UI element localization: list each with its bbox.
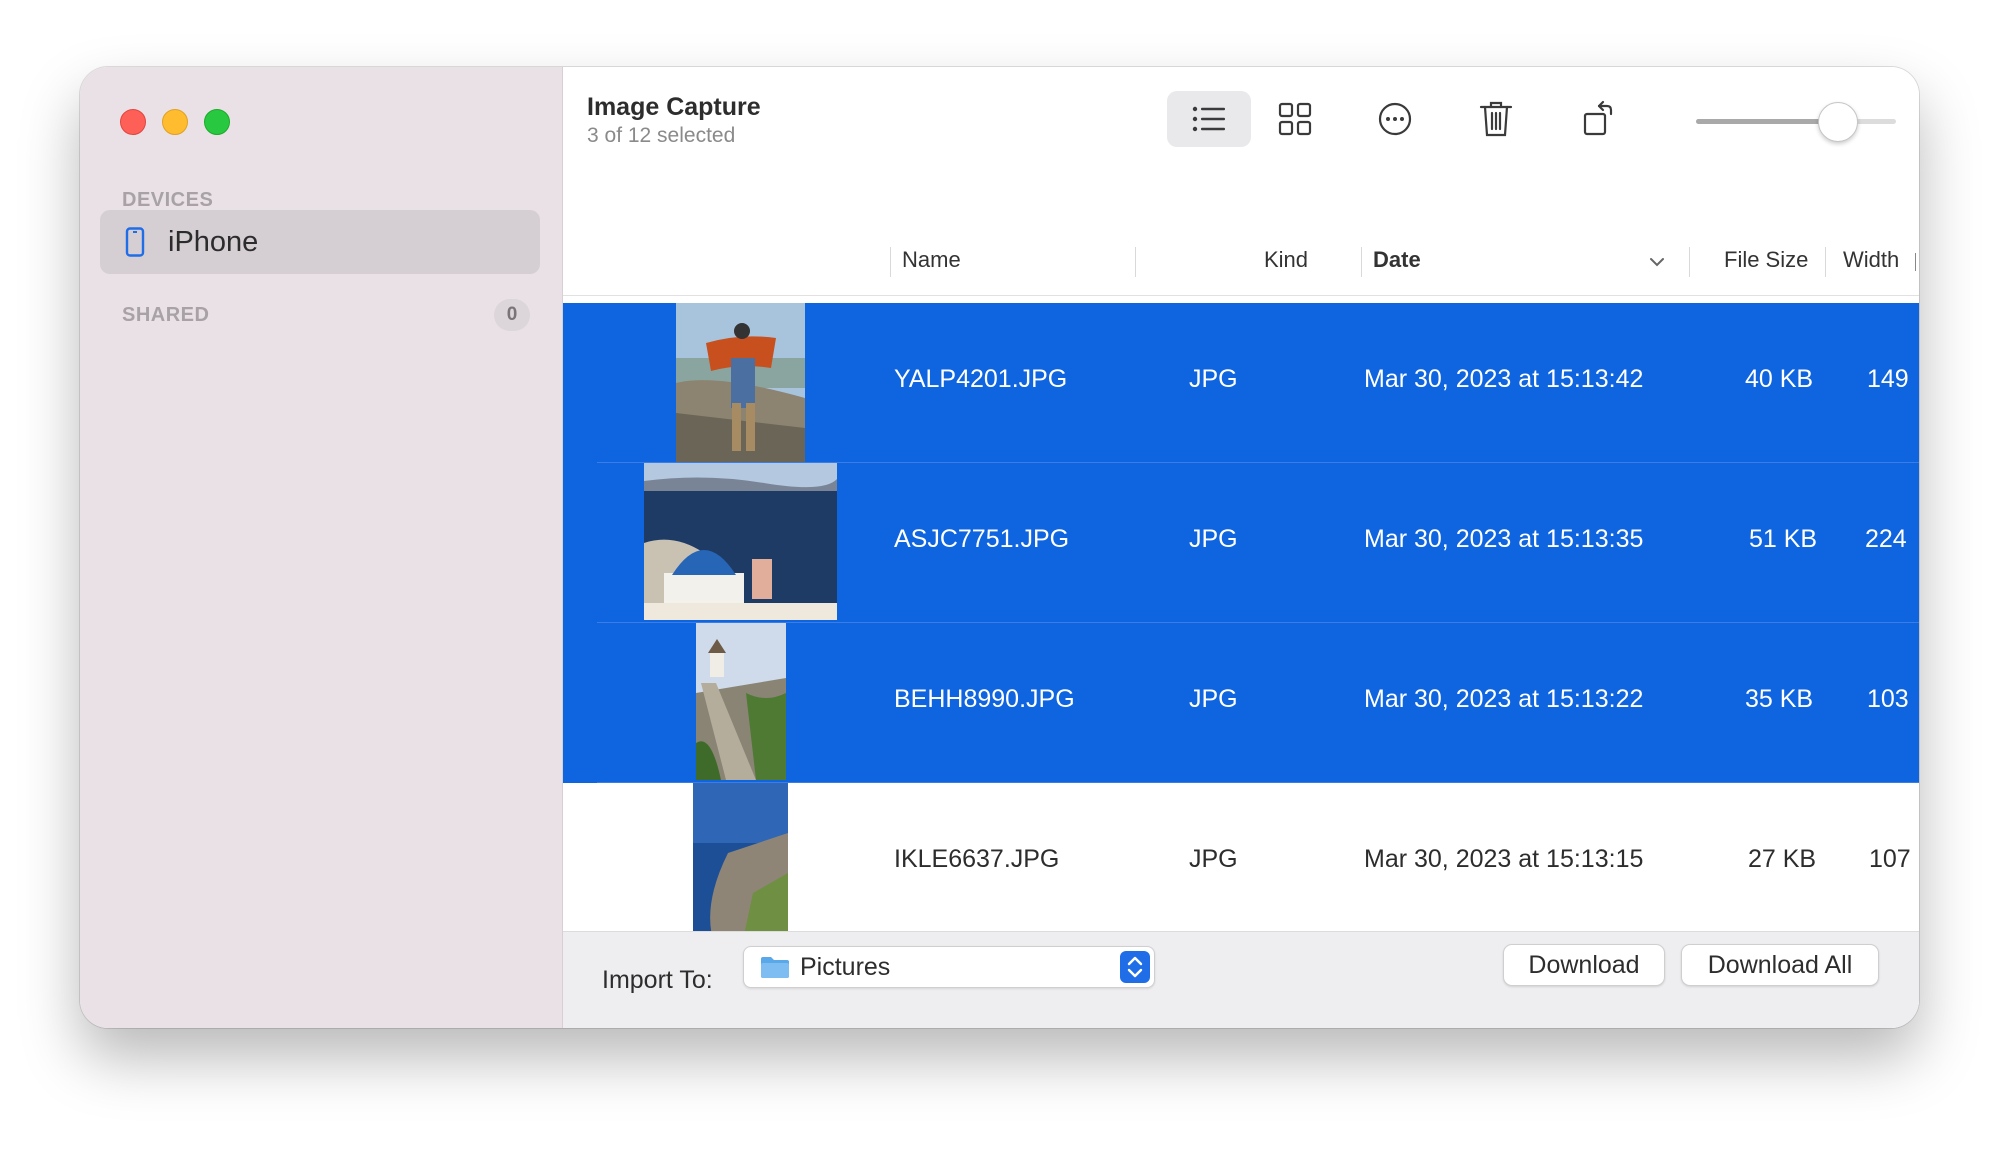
delete-button[interactable] bbox=[1454, 91, 1538, 147]
photo-thumbnail bbox=[693, 783, 788, 932]
window-controls bbox=[120, 109, 230, 135]
file-date: Mar 30, 2023 at 15:13:42 bbox=[1364, 365, 1644, 393]
table-row[interactable]: IKLE6637.JPG JPG Mar 30, 2023 at 15:13:1… bbox=[563, 783, 1919, 932]
thumbnail-size-slider[interactable] bbox=[1696, 102, 1896, 142]
minimize-button[interactable] bbox=[162, 109, 188, 135]
close-button[interactable] bbox=[120, 109, 146, 135]
table-row[interactable]: ASJC7751.JPG JPG Mar 30, 2023 at 15:13:3… bbox=[563, 463, 1919, 623]
file-name: YALP4201.JPG bbox=[894, 365, 1068, 393]
download-all-button[interactable]: Download All bbox=[1681, 944, 1879, 986]
file-width: 224 bbox=[1865, 525, 1907, 553]
iphone-icon bbox=[125, 227, 145, 257]
zoom-button[interactable] bbox=[204, 109, 230, 135]
list-view-icon bbox=[1192, 106, 1225, 132]
file-width: 103 bbox=[1867, 685, 1909, 713]
trash-icon bbox=[1479, 101, 1513, 137]
photo-thumbnail bbox=[644, 463, 837, 620]
shared-count-badge: 0 bbox=[494, 299, 530, 331]
file-kind: JPG bbox=[1189, 365, 1238, 393]
more-options-button[interactable] bbox=[1353, 91, 1437, 147]
photo-thumbnail bbox=[676, 303, 805, 463]
slider-fill bbox=[1696, 119, 1837, 124]
file-name: ASJC7751.JPG bbox=[894, 525, 1070, 553]
file-name: BEHH8990.JPG bbox=[894, 685, 1075, 713]
sidebar-item-iphone[interactable]: iPhone bbox=[100, 210, 540, 274]
devices-section-label: DEVICES bbox=[122, 189, 214, 211]
file-name: IKLE6637.JPG bbox=[894, 845, 1060, 873]
rotate-button[interactable] bbox=[1557, 91, 1641, 147]
sidebar: DEVICES iPhone SHARED 0 bbox=[80, 67, 563, 1028]
file-list: YALP4201.JPG JPG Mar 30, 2023 at 15:13:4… bbox=[563, 237, 1919, 932]
file-width: 149 bbox=[1867, 365, 1909, 393]
import-destination-label: Pictures bbox=[800, 953, 891, 981]
popup-stepper-icon bbox=[1120, 951, 1150, 983]
selection-count: 3 of 12 selected bbox=[587, 124, 736, 147]
shared-section-label: SHARED bbox=[122, 304, 210, 326]
import-to-label: Import To: bbox=[602, 966, 713, 994]
folder-icon bbox=[761, 957, 789, 978]
grid-view-icon bbox=[1278, 102, 1312, 136]
file-size: 27 KB bbox=[1748, 845, 1817, 873]
grid-view-button[interactable] bbox=[1253, 91, 1337, 147]
file-size: 51 KB bbox=[1749, 525, 1818, 553]
image-capture-window: DEVICES iPhone SHARED 0 Image Capture 3 … bbox=[80, 67, 1919, 1028]
slider-knob[interactable] bbox=[1818, 102, 1858, 142]
photo-thumbnail bbox=[696, 623, 786, 780]
file-size: 40 KB bbox=[1745, 365, 1814, 393]
sidebar-item-label: iPhone bbox=[168, 225, 259, 258]
file-size: 35 KB bbox=[1745, 685, 1814, 713]
file-date: Mar 30, 2023 at 15:13:22 bbox=[1364, 685, 1644, 713]
download-button[interactable]: Download bbox=[1503, 944, 1665, 986]
window-title: Image Capture bbox=[587, 93, 761, 121]
rotate-icon bbox=[1583, 100, 1613, 136]
file-kind: JPG bbox=[1189, 525, 1238, 553]
more-icon bbox=[1378, 102, 1412, 136]
import-destination-popup[interactable]: Pictures bbox=[743, 946, 1155, 988]
file-kind: JPG bbox=[1189, 685, 1238, 713]
list-view-button[interactable] bbox=[1167, 91, 1251, 147]
file-date: Mar 30, 2023 at 15:13:15 bbox=[1364, 845, 1644, 873]
file-width: 107 bbox=[1869, 845, 1911, 873]
main-pane: Image Capture 3 of 12 selected Name Kind… bbox=[563, 67, 1919, 1028]
file-kind: JPG bbox=[1189, 845, 1238, 873]
import-bar: Import To: Pictures Download Download Al… bbox=[563, 931, 1919, 1028]
table-row[interactable]: YALP4201.JPG JPG Mar 30, 2023 at 15:13:4… bbox=[563, 303, 1919, 463]
table-row[interactable]: BEHH8990.JPG JPG Mar 30, 2023 at 15:13:2… bbox=[563, 623, 1919, 783]
file-date: Mar 30, 2023 at 15:13:35 bbox=[1364, 525, 1644, 553]
